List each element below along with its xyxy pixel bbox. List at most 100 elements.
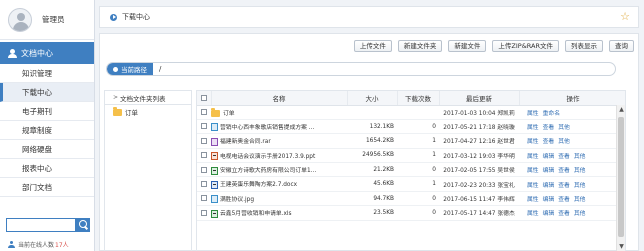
row-action-link[interactable]: 查看: [558, 197, 570, 203]
row-action-link[interactable]: 编辑: [543, 211, 555, 217]
table-row[interactable]: 订单 2017-01-03 10:04 郑凯莉 属性 重命名: [197, 105, 625, 120]
sidebar-item-0[interactable]: 知识管理: [0, 64, 94, 83]
xls-file-icon: [211, 166, 218, 175]
toolbar-button-3[interactable]: 上传ZIP&RAR文件: [492, 40, 559, 52]
row-action-link[interactable]: 其他: [574, 197, 586, 203]
file-name[interactable]: 电视电话会议演示手册2017.3.9.ppt: [220, 154, 315, 160]
table-row[interactable]: 云鑫5月营收销和申请单.xls 23.5KB 0 2017-05-17 14:47 张…: [197, 205, 625, 221]
sidebar-item-4[interactable]: 网络硬盘: [0, 140, 94, 159]
toolbar-button-2[interactable]: 新建文件: [448, 40, 487, 52]
row-action-link[interactable]: 属性: [527, 125, 539, 131]
row-action-link[interactable]: 编辑: [543, 183, 555, 189]
updated-user: 赵世君: [497, 139, 515, 146]
folder-tree-title: 文档文件夹列表: [120, 94, 166, 103]
download-count: 0: [397, 162, 439, 178]
row-action-link[interactable]: 属性: [527, 211, 539, 217]
row-action-link[interactable]: 查看: [543, 125, 555, 131]
table-row[interactable]: 安徽立方诗歌大药房有限公司订单1... 21.2KB 0 2017-02-05 17:…: [197, 162, 625, 178]
folder-tree-header[interactable]: > 文档文件夹列表: [105, 91, 191, 105]
star-icon[interactable]: ☆: [620, 11, 630, 23]
updated-time: 2017-05-21 17:18: [443, 125, 496, 132]
img-file-icon: [211, 123, 218, 132]
row-checkbox[interactable]: [201, 195, 207, 202]
row-checkbox[interactable]: [201, 137, 207, 144]
row-checkbox[interactable]: [201, 152, 207, 159]
online-users: 当前在线人数 17人: [8, 240, 69, 249]
download-count: 0: [397, 191, 439, 207]
row-action-link[interactable]: 查看: [558, 168, 570, 174]
sidebar-item-2[interactable]: 电子期刊: [0, 102, 94, 121]
select-all-checkbox[interactable]: [200, 94, 207, 101]
folder-tree: > 文档文件夹列表 订单: [104, 90, 192, 251]
vertical-scrollbar[interactable]: ▲ ▼: [616, 105, 625, 251]
file-name[interactable]: 营销中心西丰象歌店销售提成方案 ...: [220, 125, 314, 131]
row-action-link[interactable]: 查看: [558, 211, 570, 217]
toolbar-button-4[interactable]: 列表显示: [565, 40, 603, 52]
row-action-link[interactable]: 其他: [574, 154, 586, 160]
play-circle-icon: [110, 13, 117, 21]
sidebar-item-5[interactable]: 报表中心: [0, 159, 94, 178]
table-row[interactable]: 满胜协议.jpg 94.7KB 0 2017-06-15 11:47 李伟辉 属性 编辑查…: [197, 191, 625, 207]
file-size: 45.6KB: [347, 176, 397, 192]
file-name[interactable]: 满胜协议.jpg: [220, 197, 254, 203]
column-header-0[interactable]: [197, 91, 212, 106]
table-row[interactable]: 福建新奥金合同.rar 1654.2KB 1 2017-04-27 12:16 赵世君…: [197, 133, 625, 149]
row-action-link[interactable]: 编辑: [543, 197, 555, 203]
row-action-link[interactable]: 查看: [558, 183, 570, 189]
row-action-link[interactable]: 属性: [527, 154, 539, 160]
toolbar-button-0[interactable]: 上传文件: [353, 40, 392, 52]
row-checkbox[interactable]: [201, 209, 207, 216]
toolbar: 上传文件 新建文件夹 新建文件 上传ZIP&RAR文件 列表显示 查询: [353, 40, 634, 52]
table-row[interactable]: 营销中心西丰象歌店销售提成方案 ... 132.1KB 0 2017-05-21 17…: [197, 119, 625, 135]
row-checkbox[interactable]: [201, 180, 207, 187]
row-checkbox[interactable]: [201, 166, 207, 173]
scroll-up-icon[interactable]: ▲: [617, 105, 625, 115]
sidebar-item-3[interactable]: 规章制度: [0, 121, 94, 140]
sidebar-item-6[interactable]: 部门文档: [0, 178, 94, 197]
file-name[interactable]: 订单: [223, 111, 235, 117]
toolbar-button-1[interactable]: 新建文件夹: [397, 40, 443, 52]
avatar[interactable]: [8, 7, 32, 32]
row-action-link[interactable]: 其他: [574, 168, 586, 174]
column-header-4: 最后更新: [439, 91, 520, 106]
rar-file-icon: [211, 137, 218, 146]
file-size: 21.2KB: [347, 162, 397, 178]
sidebar-section-doc-center[interactable]: 文档中心: [0, 42, 94, 64]
scroll-thumb[interactable]: [618, 117, 624, 237]
sidebar-search-input[interactable]: [6, 218, 76, 232]
updated-user: 李华明: [497, 153, 515, 160]
file-name[interactable]: 安徽立方诗歌大药房有限公司订单1...: [220, 168, 316, 174]
path-icon: [113, 66, 118, 72]
table-row[interactable]: 电视电话会议演示手册2017.3.9.ppt 24956.5KB 1 2017-03-…: [197, 148, 625, 164]
scroll-down-icon[interactable]: ▼: [617, 242, 625, 251]
row-action-link[interactable]: 属性: [527, 111, 539, 117]
row-action-link[interactable]: 重命名: [543, 111, 560, 117]
row-action-link[interactable]: 编辑: [543, 168, 555, 174]
row-action-link[interactable]: 编辑: [543, 154, 555, 160]
row-action-link[interactable]: 其他: [558, 125, 570, 131]
search-icon[interactable]: [76, 218, 90, 232]
row-action-link[interactable]: 属性: [527, 197, 539, 203]
file-name[interactable]: 王建英蛋乐舞陶方案2.7.docx: [220, 182, 297, 188]
row-action-link[interactable]: 属性: [527, 139, 539, 145]
file-name[interactable]: 云鑫5月营收销和申请单.xls: [220, 211, 292, 217]
path-label: 当前路径: [107, 63, 153, 75]
row-checkbox[interactable]: [201, 123, 207, 130]
updated-time: 2017-06-15 11:47: [443, 197, 496, 204]
row-action-link[interactable]: 属性: [527, 168, 539, 174]
row-action-link[interactable]: 其他: [558, 139, 570, 145]
row-action-link[interactable]: 查看: [543, 139, 555, 145]
row-action-link[interactable]: 其他: [574, 183, 586, 189]
toolbar-button-5[interactable]: 查询: [609, 40, 634, 52]
updated-time: 2017-02-23 20:33: [443, 182, 496, 189]
row-action-link[interactable]: 查看: [558, 154, 570, 160]
folder-tree-item[interactable]: 订单: [105, 105, 191, 119]
user-icon: [8, 48, 17, 58]
row-action-link[interactable]: 其他: [574, 211, 586, 217]
sidebar-item-1[interactable]: 下载中心: [0, 83, 94, 102]
file-name[interactable]: 福建新奥金合同.rar: [220, 139, 271, 145]
row-checkbox[interactable]: [201, 108, 207, 115]
table-row[interactable]: 王建英蛋乐舞陶方案2.7.docx 45.6KB 1 2017-02-23 20:33…: [197, 176, 625, 192]
updated-time: 2017-05-17 14:47: [443, 211, 496, 218]
row-action-link[interactable]: 属性: [527, 183, 539, 189]
